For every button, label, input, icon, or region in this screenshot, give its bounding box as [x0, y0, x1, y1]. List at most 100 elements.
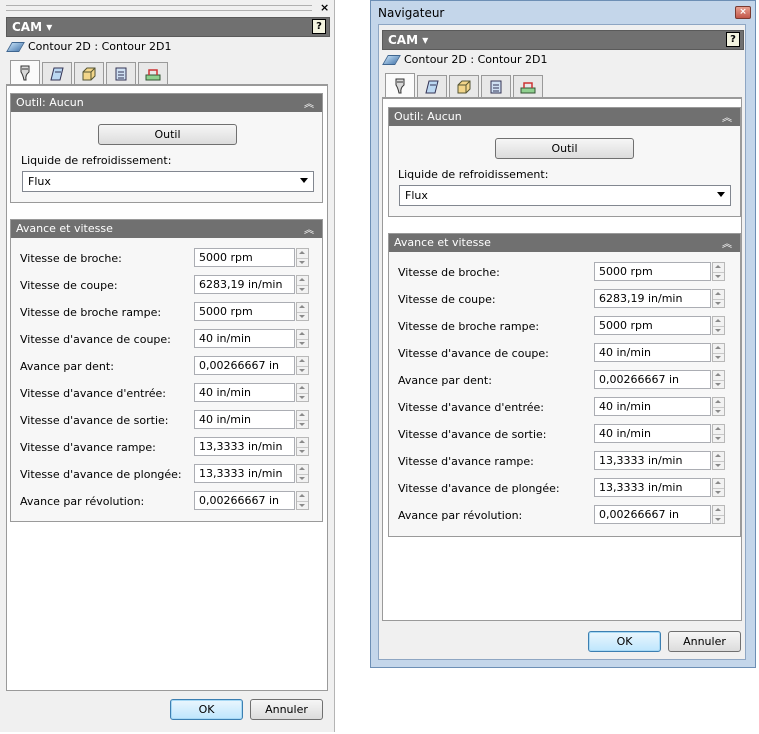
feed-value-field[interactable]: 5000 rpm: [194, 302, 295, 321]
spinner-buttons[interactable]: [712, 289, 725, 308]
spin-up-icon[interactable]: [715, 292, 721, 295]
spinner-buttons[interactable]: [296, 302, 309, 321]
feed-value-field[interactable]: 40 in/min: [594, 424, 711, 443]
feed-value-field[interactable]: 5000 rpm: [594, 316, 711, 335]
spin-up-icon[interactable]: [299, 305, 305, 308]
tab-geometry[interactable]: [417, 75, 447, 97]
spin-up-icon[interactable]: [715, 373, 721, 376]
spin-up-icon[interactable]: [715, 346, 721, 349]
feed-value-field[interactable]: 40 in/min: [594, 397, 711, 416]
spin-up-icon[interactable]: [715, 508, 721, 511]
spin-up-icon[interactable]: [299, 251, 305, 254]
spin-down-icon[interactable]: [715, 410, 721, 413]
spinner-buttons[interactable]: [712, 370, 725, 389]
cam-header[interactable]: CAM ▾ ?: [382, 30, 744, 50]
spin-up-icon[interactable]: [299, 494, 305, 497]
spin-down-icon[interactable]: [299, 396, 305, 399]
spinner-buttons[interactable]: [712, 397, 725, 416]
feed-value-field[interactable]: 0,00266667 in: [194, 356, 295, 375]
collapse-icon[interactable]: ︽: [304, 221, 314, 236]
tab-linking[interactable]: [513, 75, 543, 97]
feed-value-field[interactable]: 13,3333 in/min: [594, 451, 711, 470]
spin-up-icon[interactable]: [299, 467, 305, 470]
feed-value-field[interactable]: 6283,19 in/min: [594, 289, 711, 308]
panel-grip[interactable]: [6, 5, 312, 11]
spinner-buttons[interactable]: [296, 329, 309, 348]
feed-value-field[interactable]: 0,00266667 in: [594, 370, 711, 389]
tool-button[interactable]: Outil: [495, 138, 634, 159]
feed-value-field[interactable]: 40 in/min: [594, 343, 711, 362]
spin-down-icon[interactable]: [715, 329, 721, 332]
tab-passes[interactable]: [481, 75, 511, 97]
close-icon[interactable]: ×: [735, 6, 751, 19]
feed-section-header[interactable]: Avance et vitesse ︽: [389, 234, 740, 252]
spin-down-icon[interactable]: [299, 477, 305, 480]
ok-button[interactable]: OK: [588, 631, 661, 652]
collapse-icon[interactable]: ︽: [304, 95, 314, 110]
spinner-buttons[interactable]: [296, 464, 309, 483]
spin-down-icon[interactable]: [715, 302, 721, 305]
spinner-buttons[interactable]: [712, 316, 725, 335]
tab-heights[interactable]: [74, 62, 104, 84]
spin-up-icon[interactable]: [299, 386, 305, 389]
feed-value-field[interactable]: 13,3333 in/min: [194, 464, 295, 483]
spin-up-icon[interactable]: [715, 400, 721, 403]
spinner-buttons[interactable]: [296, 275, 309, 294]
coolant-select[interactable]: Flux: [399, 185, 731, 206]
feed-value-field[interactable]: 40 in/min: [194, 410, 295, 429]
spin-up-icon[interactable]: [715, 454, 721, 457]
close-icon[interactable]: ×: [320, 2, 329, 13]
spin-up-icon[interactable]: [715, 319, 721, 322]
ok-button[interactable]: OK: [170, 699, 243, 720]
spin-down-icon[interactable]: [299, 369, 305, 372]
spin-up-icon[interactable]: [715, 427, 721, 430]
tab-tool[interactable]: [385, 73, 415, 97]
feed-section-header[interactable]: Avance et vitesse ︽: [11, 220, 322, 238]
spin-down-icon[interactable]: [715, 464, 721, 467]
cam-header[interactable]: CAM ▾ ?: [6, 17, 330, 37]
feed-value-field[interactable]: 13,3333 in/min: [194, 437, 295, 456]
cancel-button[interactable]: Annuler: [250, 699, 323, 720]
spin-down-icon[interactable]: [299, 450, 305, 453]
tab-passes[interactable]: [106, 62, 136, 84]
spin-down-icon[interactable]: [299, 504, 305, 507]
help-icon[interactable]: ?: [312, 19, 326, 34]
spin-down-icon[interactable]: [299, 288, 305, 291]
spinner-buttons[interactable]: [296, 248, 309, 267]
spinner-buttons[interactable]: [296, 491, 309, 510]
spin-down-icon[interactable]: [715, 275, 721, 278]
tool-section-header[interactable]: Outil: Aucun ︽: [389, 108, 740, 126]
coolant-select[interactable]: Flux: [22, 171, 314, 192]
spin-up-icon[interactable]: [299, 413, 305, 416]
spin-up-icon[interactable]: [299, 278, 305, 281]
help-icon[interactable]: ?: [726, 32, 740, 47]
spinner-buttons[interactable]: [712, 478, 725, 497]
spin-down-icon[interactable]: [715, 437, 721, 440]
spin-down-icon[interactable]: [299, 315, 305, 318]
tab-geometry[interactable]: [42, 62, 72, 84]
spin-up-icon[interactable]: [299, 359, 305, 362]
spinner-buttons[interactable]: [296, 356, 309, 375]
feed-value-field[interactable]: 40 in/min: [194, 383, 295, 402]
tab-tool[interactable]: [10, 60, 40, 84]
spin-down-icon[interactable]: [715, 491, 721, 494]
spin-up-icon[interactable]: [715, 481, 721, 484]
tool-button[interactable]: Outil: [98, 124, 237, 145]
spin-up-icon[interactable]: [715, 265, 721, 268]
feed-value-field[interactable]: 0,00266667 in: [594, 505, 711, 524]
spinner-buttons[interactable]: [712, 424, 725, 443]
spin-up-icon[interactable]: [299, 332, 305, 335]
spin-down-icon[interactable]: [299, 342, 305, 345]
spinner-buttons[interactable]: [712, 451, 725, 470]
feed-value-field[interactable]: 40 in/min: [194, 329, 295, 348]
spin-down-icon[interactable]: [299, 423, 305, 426]
feed-value-field[interactable]: 13,3333 in/min: [594, 478, 711, 497]
feed-value-field[interactable]: 5000 rpm: [194, 248, 295, 267]
collapse-icon[interactable]: ︽: [722, 235, 732, 250]
spin-down-icon[interactable]: [299, 261, 305, 264]
spinner-buttons[interactable]: [296, 410, 309, 429]
collapse-icon[interactable]: ︽: [722, 109, 732, 124]
spinner-buttons[interactable]: [296, 437, 309, 456]
tab-linking[interactable]: [138, 62, 168, 84]
feed-value-field[interactable]: 6283,19 in/min: [194, 275, 295, 294]
